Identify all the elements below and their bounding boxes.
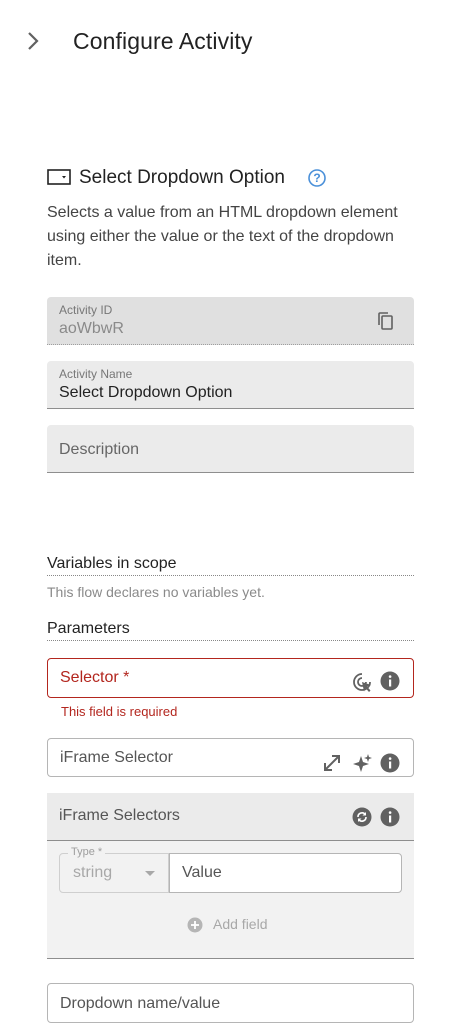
page-title: Configure Activity: [73, 28, 253, 54]
activity-description: Selects a value from an HTML dropdown el…: [47, 204, 398, 269]
add-field-label: Add field: [213, 916, 268, 932]
refresh-icon[interactable]: [351, 806, 373, 828]
parameters-heading: Parameters: [47, 620, 414, 641]
description-placeholder: Description: [59, 441, 140, 458]
pick-target-icon[interactable]: [351, 671, 373, 693]
info-icon[interactable]: [379, 670, 401, 692]
variables-hint: This flow declares no variables yet.: [47, 584, 265, 600]
activity-name-label: Activity Name: [59, 367, 133, 381]
help-circle-icon[interactable]: ?: [307, 168, 327, 188]
expand-icon[interactable]: [321, 752, 343, 774]
selector-error: This field is required: [61, 704, 178, 719]
value-placeholder: Value: [182, 864, 222, 881]
iframe-selectors-label: iFrame Selectors: [59, 807, 180, 824]
info-icon[interactable]: [379, 752, 401, 774]
type-select[interactable]: Type * string: [59, 846, 169, 893]
iframe-selector-label: iFrame Selector: [60, 749, 173, 766]
type-value: string: [73, 864, 113, 881]
activity-title: Select Dropdown Option: [79, 167, 285, 188]
add-circle-icon: [187, 917, 203, 933]
activity-name-field[interactable]: Activity Name Select Dropdown Option: [47, 361, 414, 409]
dropdown-name-value-input[interactable]: Dropdown name/value: [47, 983, 414, 1023]
dropdown-box-icon: [47, 169, 71, 185]
chevron-right-icon[interactable]: [22, 30, 44, 52]
sparkle-icon[interactable]: [351, 752, 373, 774]
activity-name-value: Select Dropdown Option: [59, 384, 233, 401]
svg-text:?: ?: [313, 171, 320, 185]
selector-label: Selector *: [60, 669, 130, 686]
description-field[interactable]: Description: [47, 425, 414, 473]
type-label: Type *: [68, 846, 106, 858]
iframe-selector-input[interactable]: iFrame Selector: [47, 738, 414, 777]
variables-heading: Variables in scope: [47, 555, 414, 576]
selector-input[interactable]: Selector *: [47, 658, 414, 698]
value-input[interactable]: Value: [169, 853, 402, 893]
activity-id-label: Activity ID: [59, 303, 113, 317]
dropdown-name-value-label: Dropdown name/value: [60, 995, 221, 1012]
activity-id-value: aoWbwR: [59, 320, 124, 337]
info-icon[interactable]: [379, 806, 401, 828]
copy-icon[interactable]: [375, 310, 397, 332]
iframe-selectors-panel: iFrame Selectors Type * string Value Add: [47, 793, 414, 959]
activity-id-field: Activity ID aoWbwR: [47, 297, 414, 345]
caret-down-icon: [145, 871, 155, 876]
iframe-selectors-header: iFrame Selectors: [47, 793, 414, 841]
